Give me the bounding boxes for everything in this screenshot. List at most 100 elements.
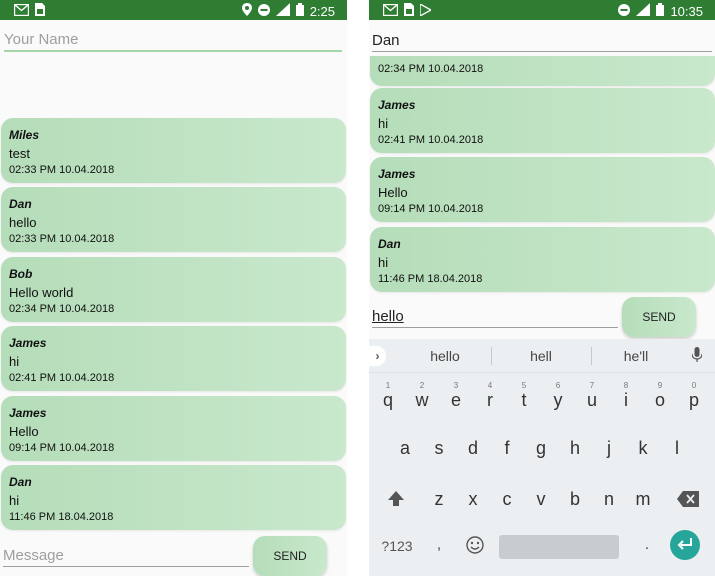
status-bar: 10:35 [369,0,715,20]
message-bubble[interactable]: Dan hi 11:46 PM 18.04.2018 [370,227,715,292]
suggestion-item[interactable]: hello [410,348,480,364]
sim-card-icon [404,3,414,20]
key-e[interactable]: 3e [441,380,471,420]
message-sender: James [9,336,47,350]
key-l[interactable]: l [662,428,692,468]
suggestion-item[interactable]: he'll [601,348,671,364]
key-m[interactable]: m [628,479,658,519]
message-input[interactable] [3,545,249,567]
message-timestamp: 11:46 PM 18.04.2018 [378,273,483,285]
battery-icon [295,3,304,20]
status-time: 10:35 [670,3,703,19]
message-text: hi [9,354,20,369]
key-o[interactable]: 9o [645,380,675,420]
key-t[interactable]: 5t [509,380,539,420]
message-timestamp: 09:14 PM 10.04.2018 [378,203,484,215]
key-c[interactable]: c [492,479,522,519]
chat-screen-left: 2:25 Miles test 02:33 PM 10.04.2018 Dan … [0,0,347,576]
message-text: test [9,146,30,161]
message-bubble[interactable]: Dan hi 11:46 PM 18.04.2018 [1,465,346,530]
symbols-key[interactable]: ?123 [377,538,417,554]
message-timestamp: 02:41 PM 10.04.2018 [378,134,484,146]
message-sender: Dan [378,237,401,251]
key-x[interactable]: x [458,479,488,519]
message-bubble[interactable]: James hi 02:41 PM 10.04.2018 [370,88,715,153]
message-text: Hello [9,424,39,439]
enter-key[interactable] [670,530,700,560]
message-sender: James [378,167,416,181]
message-timestamp: 02:34 PM 10.04.2018 [378,63,484,75]
sim-card-icon [35,3,45,20]
key-d[interactable]: d [458,428,488,468]
divider [491,347,492,365]
message-text: hello [9,215,37,230]
message-timestamp: 11:46 PM 18.04.2018 [9,511,114,523]
key-a[interactable]: a [390,428,420,468]
name-input[interactable] [4,28,342,52]
shift-key[interactable] [381,479,411,519]
message-bubble[interactable]: James Hello 09:14 PM 10.04.2018 [370,157,715,222]
status-bar: 2:25 [0,0,347,20]
message-text: hi [378,116,389,131]
message-timestamp: 02:33 PM 10.04.2018 [9,233,115,245]
key-b[interactable]: b [560,479,590,519]
key-r[interactable]: 4r [475,380,505,420]
spacebar[interactable] [499,535,619,559]
name-input[interactable] [372,29,712,52]
message-text: hi [378,255,389,270]
key-z[interactable]: z [424,479,454,519]
key-period[interactable]: . [637,536,657,554]
message-sender: Miles [9,128,40,142]
battery-icon [656,3,665,20]
key-s[interactable]: s [424,428,454,468]
key-n[interactable]: n [594,479,624,519]
chat-screen-right: 10:35 02:34 PM 10.04.2018 James hi 02:41… [369,0,715,576]
key-p[interactable]: 0p [679,380,709,420]
key-q[interactable]: 1q [373,380,403,420]
gmail-icon [13,3,30,20]
suggestion-item[interactable]: hell [506,348,576,364]
message-bubble[interactable]: James hi 02:41 PM 10.04.2018 [1,326,346,391]
message-bubble[interactable]: Dan hello 02:33 PM 10.04.2018 [1,187,346,252]
key-i[interactable]: 8i [611,380,641,420]
chevron-right-icon[interactable]: › [369,346,386,366]
send-button[interactable]: SEND [622,297,696,337]
key-y[interactable]: 6y [543,380,573,420]
message-timestamp: 02:34 PM 10.04.2018 [9,303,115,315]
message-bubble[interactable]: 02:34 PM 10.04.2018 [370,56,715,86]
message-sender: James [9,406,47,420]
message-text: hi [9,493,20,508]
signal-lte-icon [275,3,290,20]
key-k[interactable]: k [628,428,658,468]
emoji-icon[interactable] [463,536,487,557]
backspace-icon[interactable] [673,479,703,519]
message-bubble[interactable]: Miles test 02:33 PM 10.04.2018 [1,118,346,183]
message-timestamp: 02:33 PM 10.04.2018 [9,164,115,176]
key-g[interactable]: g [526,428,556,468]
key-h[interactable]: h [560,428,590,468]
message-sender: Dan [9,475,32,489]
message-sender: Dan [9,197,32,211]
key-f[interactable]: f [492,428,522,468]
location-icon [241,3,252,20]
message-text: Hello [378,185,408,200]
message-sender: James [378,98,416,112]
divider [591,347,592,365]
message-timestamp: 09:14 PM 10.04.2018 [9,442,115,454]
message-sender: Bob [9,267,33,281]
microphone-icon[interactable] [691,347,704,365]
message-bubble[interactable]: James Hello 09:14 PM 10.04.2018 [1,396,346,461]
key-v[interactable]: v [526,479,556,519]
status-time: 2:25 [309,3,335,19]
key-w[interactable]: 2w [407,380,437,420]
signal-lte-icon [636,3,651,20]
do-not-disturb-icon [618,3,631,20]
message-text: Hello world [9,285,74,300]
key-u[interactable]: 7u [577,380,607,420]
message-timestamp: 02:41 PM 10.04.2018 [9,372,115,384]
key-j[interactable]: j [594,428,624,468]
send-button[interactable]: SEND [253,536,327,576]
message-bubble[interactable]: Bob Hello world 02:34 PM 10.04.2018 [1,257,346,322]
message-input[interactable] [372,306,618,328]
key-comma[interactable]: , [429,536,449,554]
